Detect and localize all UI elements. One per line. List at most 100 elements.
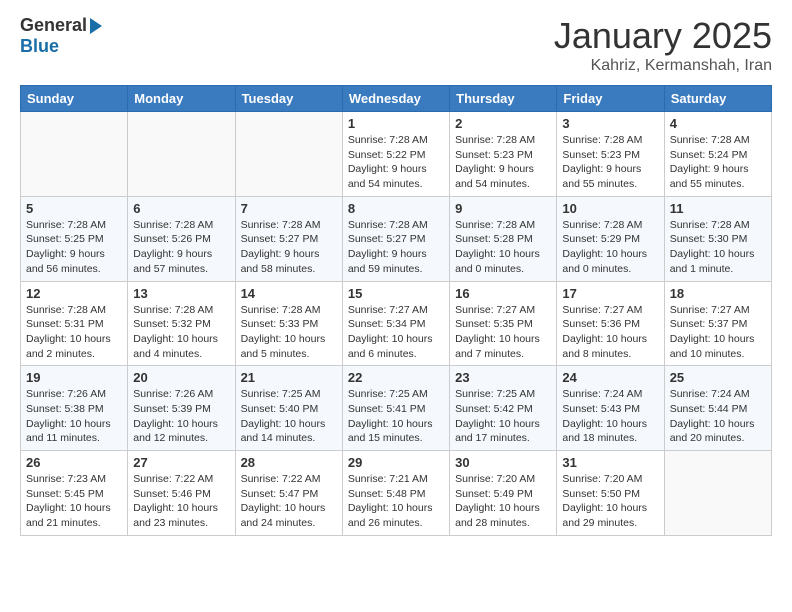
daylight-text: Daylight: 10 hours and 4 minutes. — [133, 333, 218, 360]
day-number: 22 — [348, 370, 444, 385]
day-number: 6 — [133, 201, 229, 216]
header-tuesday: Tuesday — [235, 86, 342, 112]
sunrise-text: Sunrise: 7:28 AM — [455, 219, 535, 231]
sunset-text: Sunset: 5:43 PM — [562, 403, 640, 415]
calendar-week-row: 5 Sunrise: 7:28 AMSunset: 5:25 PMDaylight… — [21, 196, 772, 281]
day-number: 1 — [348, 116, 444, 131]
day-info: Sunrise: 7:28 AMSunset: 5:26 PMDaylight:… — [133, 218, 229, 277]
day-info: Sunrise: 7:21 AMSunset: 5:48 PMDaylight:… — [348, 472, 444, 531]
day-info: Sunrise: 7:28 AMSunset: 5:23 PMDaylight:… — [455, 133, 551, 192]
sunset-text: Sunset: 5:22 PM — [348, 149, 426, 161]
day-number: 21 — [241, 370, 337, 385]
sunset-text: Sunset: 5:32 PM — [133, 318, 211, 330]
sunset-text: Sunset: 5:47 PM — [241, 488, 319, 500]
table-row: 9Sunrise: 7:28 AMSunset: 5:28 PMDaylight… — [450, 196, 557, 281]
daylight-text: Daylight: 10 hours and 6 minutes. — [348, 333, 433, 360]
day-number: 23 — [455, 370, 551, 385]
table-row: 13 Sunrise: 7:28 AMSunset: 5:32 PMDayligh… — [128, 281, 235, 366]
day-info: Sunrise: 7:28 AMSunset: 5:31 PMDaylight:… — [26, 303, 122, 362]
table-row — [664, 451, 771, 536]
day-number: 24 — [562, 370, 658, 385]
day-number: 5 — [26, 201, 122, 216]
sunrise-text: Sunrise: 7:28 AM — [670, 134, 750, 146]
logo-general-text: General — [20, 15, 87, 36]
day-number: 26 — [26, 455, 122, 470]
table-row: 29Sunrise: 7:21 AMSunset: 5:48 PMDayligh… — [342, 451, 449, 536]
day-number: 10 — [562, 201, 658, 216]
sunrise-text: Sunrise: 7:22 AM — [133, 473, 213, 485]
sunrise-text: Sunrise: 7:27 AM — [455, 304, 535, 316]
sunset-text: Sunset: 5:40 PM — [241, 403, 319, 415]
daylight-text: Daylight: 10 hours and 2 minutes. — [26, 333, 111, 360]
sunrise-text: Sunrise: 7:27 AM — [562, 304, 642, 316]
sunset-text: Sunset: 5:34 PM — [348, 318, 426, 330]
day-info: Sunrise: 7:27 AMSunset: 5:37 PMDaylight:… — [670, 303, 766, 362]
day-info: Sunrise: 7:28 AMSunset: 5:22 PMDaylight:… — [348, 133, 444, 192]
sunrise-text: Sunrise: 7:26 AM — [26, 388, 106, 400]
table-row: 24Sunrise: 7:24 AMSunset: 5:43 PMDayligh… — [557, 366, 664, 451]
daylight-text: Daylight: 10 hours and 20 minutes. — [670, 418, 755, 445]
daylight-text: Daylight: 10 hours and 29 minutes. — [562, 502, 647, 529]
day-number: 20 — [133, 370, 229, 385]
sunset-text: Sunset: 5:29 PM — [562, 233, 640, 245]
day-info: Sunrise: 7:28 AMSunset: 5:25 PMDaylight:… — [26, 218, 122, 277]
day-info: Sunrise: 7:28 AMSunset: 5:23 PMDaylight:… — [562, 133, 658, 192]
table-row: 23Sunrise: 7:25 AMSunset: 5:42 PMDayligh… — [450, 366, 557, 451]
sunrise-text: Sunrise: 7:28 AM — [241, 219, 321, 231]
daylight-text: Daylight: 10 hours and 0 minutes. — [455, 248, 540, 275]
sunrise-text: Sunrise: 7:24 AM — [562, 388, 642, 400]
day-number: 15 — [348, 286, 444, 301]
header-thursday: Thursday — [450, 86, 557, 112]
table-row: 31Sunrise: 7:20 AMSunset: 5:50 PMDayligh… — [557, 451, 664, 536]
calendar-week-row: 12Sunrise: 7:28 AMSunset: 5:31 PMDayligh… — [21, 281, 772, 366]
day-info: Sunrise: 7:22 AM Sunset: 5:47 PM Daylight:… — [241, 472, 337, 531]
day-info: Sunrise: 7:24 AMSunset: 5:44 PMDaylight:… — [670, 387, 766, 446]
table-row: 19Sunrise: 7:26 AMSunset: 5:38 PMDayligh… — [21, 366, 128, 451]
table-row: 28 Sunrise: 7:22 AM Sunset: 5:47 PM Dayligh… — [235, 451, 342, 536]
sunrise-text: Sunrise: 7:28 AM — [26, 304, 106, 316]
day-number: 30 — [455, 455, 551, 470]
page: General Blue January 2025 Kahriz, Kerman… — [0, 0, 792, 612]
day-info: Sunrise: 7:28 AMSunset: 5:27 PMDaylight:… — [241, 218, 337, 277]
table-row: 6 Sunrise: 7:28 AMSunset: 5:26 PMDaylight… — [128, 196, 235, 281]
sunrise-text: Sunrise: 7:28 AM — [670, 219, 750, 231]
daylight-text: Daylight: 9 hours and 58 minutes. — [241, 248, 320, 275]
calendar-week-row: 26Sunrise: 7:23 AMSunset: 5:45 PMDayligh… — [21, 451, 772, 536]
day-number: 14 — [241, 286, 337, 301]
day-info: Sunrise: 7:28 AMSunset: 5:30 PMDaylight:… — [670, 218, 766, 277]
sunset-text: Sunset: 5:42 PM — [455, 403, 533, 415]
daylight-text: Daylight: 10 hours and 14 minutes. — [241, 418, 326, 445]
location: Kahriz, Kermanshah, Iran — [554, 57, 772, 75]
table-row: 16Sunrise: 7:27 AMSunset: 5:35 PMDayligh… — [450, 281, 557, 366]
day-number: 3 — [562, 116, 658, 131]
day-info: Sunrise: 7:22 AMSunset: 5:46 PMDaylight:… — [133, 472, 229, 531]
table-row: 20Sunrise: 7:26 AMSunset: 5:39 PMDayligh… — [128, 366, 235, 451]
day-info: Sunrise: 7:20 AMSunset: 5:50 PMDaylight:… — [562, 472, 658, 531]
day-info: Sunrise: 7:28 AMSunset: 5:32 PMDaylight:… — [133, 303, 229, 362]
table-row: 22Sunrise: 7:25 AMSunset: 5:41 PMDayligh… — [342, 366, 449, 451]
day-info: Sunrise: 7:28 AMSunset: 5:24 PMDaylight:… — [670, 133, 766, 192]
sunrise-text: Sunrise: 7:22 AM — [241, 473, 321, 485]
day-number: 27 — [133, 455, 229, 470]
header: General Blue January 2025 Kahriz, Kerman… — [20, 15, 772, 75]
month-title: January 2025 — [554, 15, 772, 57]
day-info: Sunrise: 7:28 AMSunset: 5:33 PMDaylight:… — [241, 303, 337, 362]
calendar-week-row: 1 Sunrise: 7:28 AMSunset: 5:22 PMDaylight… — [21, 112, 772, 197]
day-info: Sunrise: 7:28 AMSunset: 5:29 PMDaylight:… — [562, 218, 658, 277]
daylight-text: Daylight: 10 hours and 7 minutes. — [455, 333, 540, 360]
day-number: 13 — [133, 286, 229, 301]
daylight-text: Daylight: 10 hours and 24 minutes. — [241, 502, 326, 529]
sunset-text: Sunset: 5:23 PM — [562, 149, 640, 161]
sunset-text: Sunset: 5:35 PM — [455, 318, 533, 330]
table-row: 25Sunrise: 7:24 AMSunset: 5:44 PMDayligh… — [664, 366, 771, 451]
sunset-text: Sunset: 5:41 PM — [348, 403, 426, 415]
sunset-text: Sunset: 5:50 PM — [562, 488, 640, 500]
day-info: Sunrise: 7:27 AMSunset: 5:36 PMDaylight:… — [562, 303, 658, 362]
sunrise-text: Sunrise: 7:20 AM — [455, 473, 535, 485]
daylight-text: Daylight: 10 hours and 28 minutes. — [455, 502, 540, 529]
table-row: 5 Sunrise: 7:28 AMSunset: 5:25 PMDaylight… — [21, 196, 128, 281]
sunset-text: Sunset: 5:36 PM — [562, 318, 640, 330]
day-number: 28 — [241, 455, 337, 470]
table-row: 10 Sunrise: 7:28 AMSunset: 5:29 PMDayligh… — [557, 196, 664, 281]
title-section: January 2025 Kahriz, Kermanshah, Iran — [554, 15, 772, 75]
